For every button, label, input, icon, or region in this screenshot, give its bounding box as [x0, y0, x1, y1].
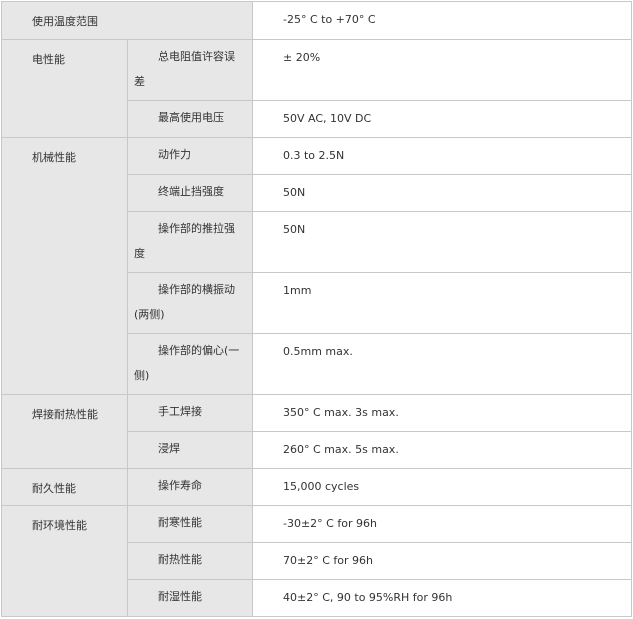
row-label: 操作部的偏心(一侧) — [127, 333, 253, 395]
row-value: 50V AC, 10V DC — [252, 100, 632, 138]
row-label: 最高使用电压 — [127, 100, 253, 138]
row-value: 260° C max. 5s max. — [252, 431, 632, 469]
row-label: 耐热性能 — [127, 542, 253, 580]
row-value: 0.5mm max. — [252, 333, 632, 395]
row-category: 使用温度范围 — [1, 1, 253, 40]
spec-table: 使用温度范围 -25° C to +70° C 电性能 总电阻值许容误差 ± 2… — [1, 1, 632, 617]
row-value: 70±2° C for 96h — [252, 542, 632, 580]
row-value: 0.3 to 2.5N — [252, 137, 632, 175]
table-row: 电性能 总电阻值许容误差 ± 20% — [1, 39, 632, 138]
row-label: 耐湿性能 — [127, 579, 253, 617]
row-label: 浸焊 — [127, 431, 253, 469]
table-row: 使用温度范围 -25° C to +70° C — [1, 1, 632, 40]
row-label: 动作力 — [127, 137, 253, 175]
row-value: -25° C to +70° C — [252, 1, 632, 40]
table-row: 耐久性能 操作寿命 15,000 cycles — [1, 468, 632, 506]
row-category: 耐久性能 — [1, 468, 128, 506]
table-row: 机械性能 动作力 0.3 to 2.5N — [1, 137, 632, 395]
row-value: 15,000 cycles — [252, 468, 632, 506]
row-label: 耐寒性能 — [127, 505, 253, 543]
table-row: 耐环境性能 耐寒性能 -30±2° C for 96h — [1, 505, 632, 617]
row-label: 总电阻值许容误差 — [127, 39, 253, 101]
row-category: 电性能 — [1, 39, 128, 138]
row-label: 手工焊接 — [127, 394, 253, 432]
row-value: -30±2° C for 96h — [252, 505, 632, 543]
row-label: 终端止挡强度 — [127, 174, 253, 212]
row-category: 机械性能 — [1, 137, 128, 395]
row-value: 50N — [252, 211, 632, 273]
table-row: 焊接耐热性能 手工焊接 350° C max. 3s max. — [1, 394, 632, 469]
row-value: 50N — [252, 174, 632, 212]
row-label: 操作部的推拉强度 — [127, 211, 253, 273]
row-category: 耐环境性能 — [1, 505, 128, 617]
row-category: 焊接耐热性能 — [1, 394, 128, 469]
row-value: 350° C max. 3s max. — [252, 394, 632, 432]
row-label: 操作寿命 — [127, 468, 253, 506]
row-value: ± 20% — [252, 39, 632, 101]
row-label: 操作部的横振动(两侧) — [127, 272, 253, 334]
row-value: 1mm — [252, 272, 632, 334]
row-value: 40±2° C, 90 to 95%RH for 96h — [252, 579, 632, 617]
